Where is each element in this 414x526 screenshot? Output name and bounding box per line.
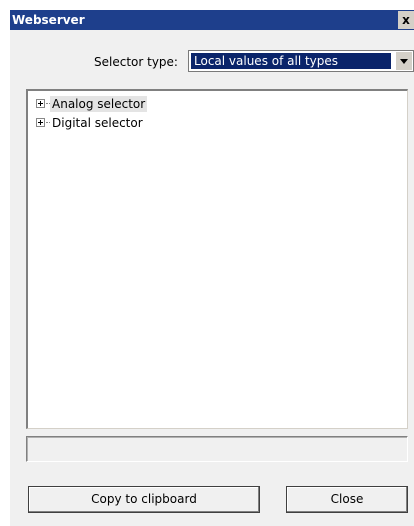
close-window-button[interactable]: x	[398, 11, 414, 29]
webserver-dialog: Webserver x Selector type: Local values …	[10, 10, 414, 526]
copy-to-clipboard-button[interactable]: Copy to clipboard	[28, 486, 260, 513]
title-bar[interactable]: Webserver x	[10, 10, 414, 30]
close-button[interactable]: Close	[286, 486, 408, 513]
status-field	[26, 436, 408, 462]
expand-plus-icon[interactable]	[36, 118, 45, 127]
dropdown-arrow-button[interactable]	[395, 52, 412, 70]
window-title: Webserver	[12, 13, 85, 27]
selector-tree[interactable]: Analog selector Digital selector	[26, 89, 408, 429]
tree-item-label: Analog selector	[50, 96, 148, 112]
selector-type-label: Selector type:	[94, 55, 178, 69]
expand-plus-icon[interactable]	[36, 99, 45, 108]
selector-type-dropdown[interactable]: Local values of all types	[188, 50, 414, 72]
chevron-down-icon	[400, 59, 408, 64]
tree-item-label: Digital selector	[52, 116, 143, 130]
selector-type-value: Local values of all types	[191, 53, 391, 69]
